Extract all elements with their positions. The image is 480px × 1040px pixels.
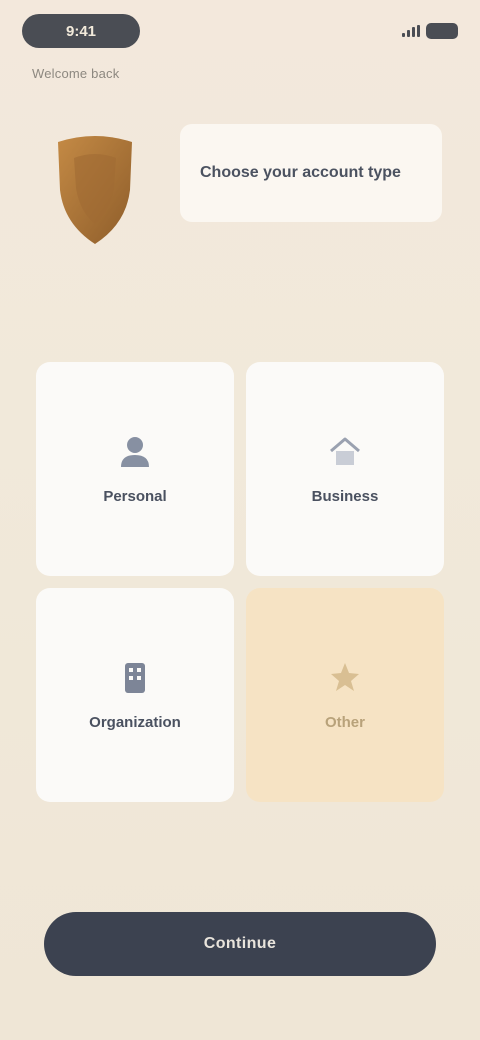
person-icon — [121, 437, 149, 468]
page-title: Choose your account type — [200, 163, 401, 181]
option-business[interactable]: Business — [246, 362, 444, 576]
option-other[interactable]: Other — [246, 588, 444, 802]
options-grid: Personal Business Organization Other — [36, 362, 444, 802]
option-personal[interactable]: Personal — [36, 362, 234, 576]
option-label: Organization — [89, 714, 181, 732]
signal-icon — [402, 25, 420, 37]
status-icons — [402, 23, 458, 39]
brand-card: Choose your account type — [180, 124, 442, 222]
status-bar: 9:41 — [22, 12, 458, 50]
header-caption: Welcome back — [32, 66, 120, 81]
status-time: 9:41 — [22, 14, 140, 48]
screen: 9:41 Welcome back Choose your account ty… — [0, 0, 480, 1040]
option-label: Personal — [103, 488, 167, 506]
star-icon — [331, 663, 359, 692]
battery-icon — [426, 23, 458, 39]
option-organization[interactable]: Organization — [36, 588, 234, 802]
shield-crest-icon — [58, 136, 132, 244]
continue-button[interactable]: Continue — [44, 912, 436, 976]
option-label: Other — [324, 714, 365, 732]
option-label: Business — [311, 488, 379, 506]
building-icon — [125, 663, 145, 694]
house-icon — [330, 437, 360, 466]
